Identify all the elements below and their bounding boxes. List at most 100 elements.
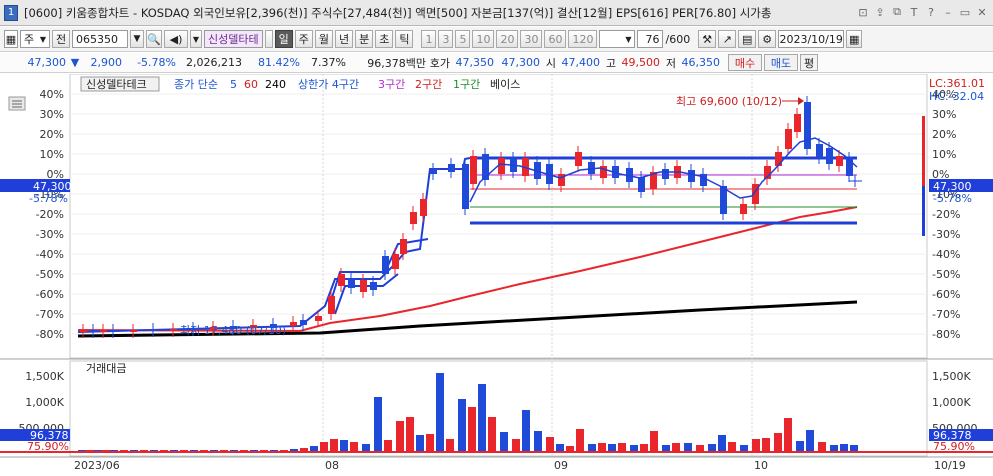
- volume-bar: [762, 438, 770, 451]
- chart-area[interactable]: 40% 30% 20% 10% 0% -10% -20% -30% -40% -50% -60% -7…: [0, 73, 993, 473]
- open-value: 47,400: [561, 56, 601, 69]
- candle-body: [688, 170, 695, 182]
- down-arrow-icon: ▼: [70, 56, 80, 69]
- average-button[interactable]: 평: [800, 54, 818, 71]
- minute-120-button[interactable]: 120: [568, 30, 598, 48]
- volume-bar: [696, 445, 704, 451]
- candle-body: [90, 330, 97, 332]
- volume-bar: [556, 444, 564, 451]
- sound-dropdown-icon[interactable]: ▼: [190, 30, 202, 48]
- candle-body: [100, 330, 107, 332]
- period-minute-button[interactable]: 분: [355, 30, 374, 48]
- candle-body: [462, 164, 469, 209]
- minute-1-button[interactable]: 1: [421, 30, 437, 48]
- period-month-button[interactable]: 월: [314, 30, 333, 48]
- volume-bar: [662, 445, 670, 451]
- expand-icon[interactable]: ⊡: [856, 4, 870, 20]
- legend-ma240: 240: [265, 78, 286, 91]
- volume-bar: [708, 444, 716, 451]
- candle-body: [360, 280, 367, 292]
- help-icon[interactable]: ?: [924, 4, 938, 20]
- market-select[interactable]: 주 ▼: [20, 30, 50, 48]
- candle-body: [836, 156, 843, 166]
- font-icon[interactable]: T: [907, 4, 921, 20]
- minimize-icon[interactable]: –: [941, 4, 955, 20]
- calendar-icon[interactable]: ▦: [846, 30, 863, 48]
- volume-bar: [78, 450, 86, 451]
- minute-3-button[interactable]: 3: [438, 30, 454, 48]
- candle-body: [80, 330, 87, 332]
- buy-button[interactable]: 매수: [728, 54, 762, 71]
- candle-body: [740, 204, 747, 214]
- pct-tick-right: 20%: [932, 128, 956, 141]
- stock-name-label[interactable]: 신성델타테: [204, 30, 263, 48]
- legend-ma60: 60: [244, 78, 258, 91]
- jeon-button[interactable]: 전: [52, 30, 70, 48]
- restore-icon[interactable]: ▭: [958, 4, 972, 20]
- volume-bar: [102, 450, 110, 451]
- period-tick-button[interactable]: 틱: [395, 30, 414, 48]
- volume-tick-left: 1,000K: [25, 396, 64, 409]
- minute-20-button[interactable]: 20: [496, 30, 519, 48]
- volume-bar: [130, 450, 138, 451]
- volume-bar: [478, 384, 486, 451]
- minute-10-button[interactable]: 10: [472, 30, 495, 48]
- volume-bar: [180, 450, 188, 451]
- gear-icon[interactable]: ⚙: [758, 30, 777, 48]
- pct-tick-left: 40%: [40, 88, 64, 101]
- volume-bar: [672, 443, 680, 451]
- minute-60-button[interactable]: 60: [544, 30, 567, 48]
- grid-icon[interactable]: ▦: [4, 30, 18, 48]
- candle-body: [315, 316, 322, 321]
- volume-bar: [740, 445, 748, 451]
- volume-bar: [546, 437, 554, 451]
- period-day-button[interactable]: 일: [274, 30, 293, 48]
- candle-body: [575, 152, 582, 166]
- legend-ma5: 5: [230, 78, 237, 91]
- price-chart-svg[interactable]: 40%30%20%10%0%-10%-20%-30%-40%-50%-60%-7…: [0, 73, 993, 473]
- volume-bar: [340, 440, 348, 451]
- right-scroll-blue: [922, 186, 925, 236]
- volume-bar: [608, 444, 616, 451]
- sell-button[interactable]: 매도: [764, 54, 798, 71]
- line-tool-icon[interactable]: ↗: [718, 30, 737, 48]
- volume-bar: [446, 439, 454, 451]
- volume-bar: [140, 450, 148, 451]
- window-number: 1: [4, 4, 18, 21]
- volume-bar: [458, 399, 466, 451]
- period-year-button[interactable]: 년: [334, 30, 354, 48]
- count-input[interactable]: 76: [637, 30, 664, 48]
- pct-tick-left: 30%: [40, 108, 64, 121]
- minute-5-button[interactable]: 5: [455, 30, 471, 48]
- date-tick: 2023/06: [74, 459, 120, 472]
- save-icon[interactable]: ▤: [738, 30, 757, 48]
- date-input[interactable]: 2023/10/19: [778, 30, 845, 48]
- period-week-button[interactable]: 주: [294, 30, 313, 48]
- minute-30-button[interactable]: 30: [520, 30, 543, 48]
- share-icon[interactable]: ⇪: [873, 4, 887, 20]
- title-icons: ⊡ ⇪ ⧉ T ? – ▭ ✕: [856, 4, 989, 20]
- search-icon[interactable]: 🔍: [146, 30, 162, 48]
- candle-body: [804, 102, 811, 149]
- candle-body: [290, 322, 297, 326]
- chevron-down-icon: ▼: [39, 34, 46, 44]
- chart-tools-icon[interactable]: ⚒: [698, 30, 717, 48]
- volume-bar: [396, 421, 404, 451]
- name-side-icon: [264, 30, 273, 48]
- code-dropdown-icon[interactable]: ▼: [130, 30, 144, 48]
- code-input[interactable]: 065350: [72, 30, 128, 48]
- pct-tick-left: -80%: [36, 328, 64, 341]
- volume-bar: [806, 430, 814, 451]
- volume-bar: [650, 431, 658, 451]
- candle-body: [110, 330, 117, 332]
- volume-bar: [784, 418, 792, 451]
- volume-bar: [416, 435, 424, 451]
- link-icon[interactable]: ⧉: [890, 4, 904, 20]
- minute-custom-select[interactable]: ▼: [599, 30, 636, 48]
- volume-bar: [850, 445, 858, 451]
- volume-bar: [436, 373, 444, 451]
- period-second-button[interactable]: 초: [375, 30, 394, 48]
- sound-icon[interactable]: ◀): [164, 30, 188, 48]
- volume-bar: [240, 450, 248, 451]
- close-icon[interactable]: ✕: [975, 4, 989, 20]
